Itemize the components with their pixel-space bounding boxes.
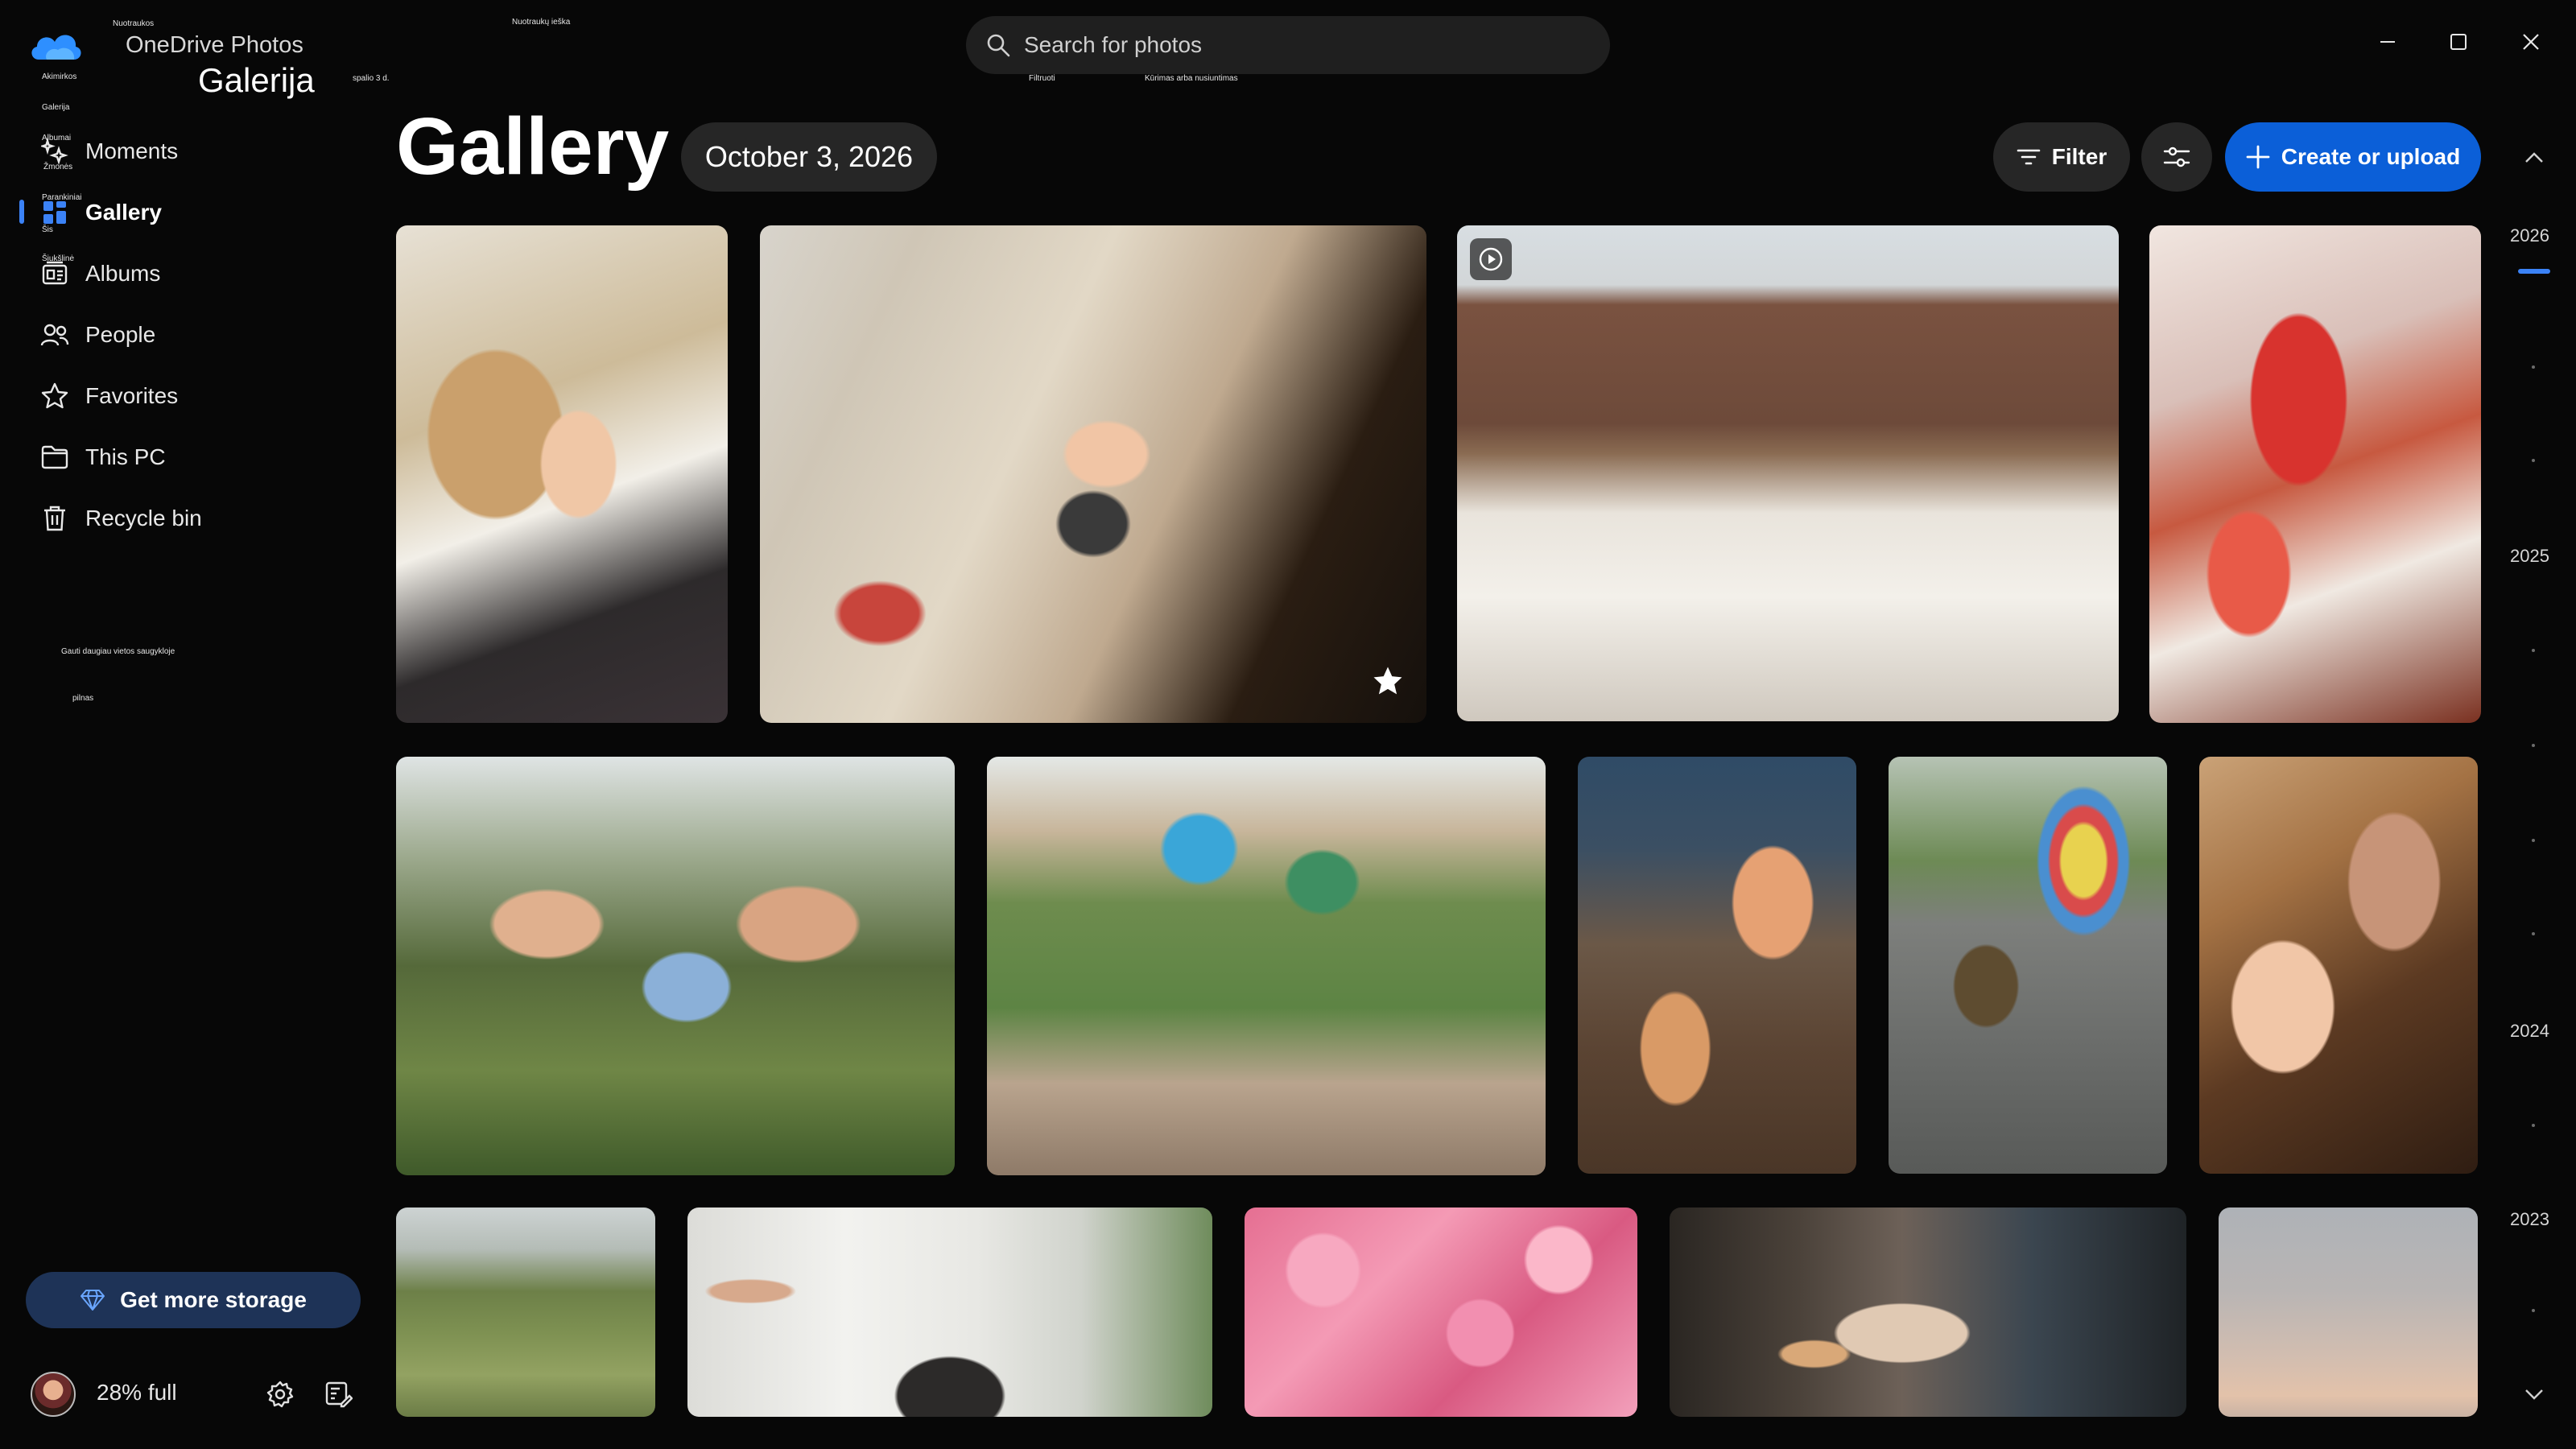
- photo-kids-shark-masks[interactable]: [987, 757, 1546, 1175]
- chevron-up-icon[interactable]: [2520, 143, 2549, 172]
- tiny-label-galerija: Galerija: [42, 103, 70, 112]
- timeline-dot: [2532, 932, 2535, 935]
- sidebar-item-label: This PC: [85, 444, 166, 469]
- timeline-dot: [2532, 1309, 2535, 1312]
- tiny-label-storage: Gauti daugiau vietos saugykloje: [61, 647, 175, 656]
- photo-girls-field-flowers[interactable]: [396, 757, 955, 1175]
- photo-dog-plants-room[interactable]: [687, 1208, 1212, 1417]
- search-icon: [984, 31, 1013, 60]
- sidebar-item-label: Gallery: [85, 200, 162, 225]
- moments-icon: [39, 135, 71, 167]
- photo-child-cardboard-tv[interactable]: [760, 225, 1426, 723]
- sidebar-item-recycle-bin[interactable]: Recycle bin: [24, 491, 338, 546]
- photo-pouring-red-drink[interactable]: [2149, 225, 2481, 723]
- sidebar-item-label: People: [85, 322, 156, 347]
- create-label: Create or upload: [2281, 144, 2461, 169]
- page-subtitle: Galerija: [198, 61, 315, 99]
- sidebar-item-gallery[interactable]: Gallery: [24, 185, 338, 240]
- timeline-year[interactable]: 2025: [2510, 546, 2549, 567]
- timeline-dot: [2532, 459, 2535, 462]
- page-title: Gallery: [396, 101, 670, 192]
- avatar[interactable]: [31, 1372, 76, 1417]
- timeline-year[interactable]: 2024: [2510, 1021, 2549, 1042]
- star-icon: [39, 380, 71, 412]
- date-chip[interactable]: October 3, 2026: [681, 122, 937, 192]
- plus-icon: [2246, 145, 2270, 169]
- photo-sunset-sky[interactable]: [2219, 1208, 2478, 1417]
- timeline-year[interactable]: 2023: [2510, 1209, 2549, 1230]
- sliders-icon: [2163, 147, 2190, 167]
- sidebar-item-label: Albums: [85, 261, 161, 286]
- sidebar-item-label: Moments: [85, 138, 179, 163]
- photo-person-eating-cafe[interactable]: [1670, 1208, 2186, 1417]
- photo-rain-boots-shovel[interactable]: [1578, 757, 1856, 1174]
- storage-button-label: Get more storage: [120, 1287, 307, 1312]
- albums-icon: [39, 258, 71, 290]
- filter-icon: [2017, 149, 2041, 165]
- search-placeholder: Search for photos: [1024, 32, 1203, 57]
- timeline-dot: [2532, 1124, 2535, 1127]
- sidebar-item-this-pc[interactable]: This PC: [24, 430, 338, 485]
- sidebar-item-people[interactable]: People: [24, 308, 338, 362]
- view-options-button[interactable]: [2141, 122, 2212, 192]
- minimize-icon[interactable]: [2372, 26, 2404, 58]
- sidebar-item-moments[interactable]: Moments: [24, 124, 338, 179]
- timeline-year[interactable]: 2026: [2510, 225, 2549, 246]
- tiny-label-kurimas: Kūrimas arba nusiuntimas: [1145, 74, 1238, 83]
- sidebar-item-label: Recycle bin: [85, 506, 202, 530]
- photo-dog-green-hills[interactable]: [396, 1208, 655, 1417]
- timeline-dot: [2532, 649, 2535, 652]
- create-or-upload-button[interactable]: Create or upload: [2225, 122, 2481, 192]
- video-play-icon: [1470, 238, 1512, 280]
- favorite-star-icon: [1367, 660, 1409, 702]
- search-input[interactable]: Search for photos: [966, 16, 1610, 74]
- trash-icon: [39, 502, 71, 535]
- filter-label: Filter: [2051, 144, 2107, 169]
- timeline-dot: [2532, 744, 2535, 747]
- photo-mother-child-laughing[interactable]: [2199, 757, 2478, 1174]
- timeline-dot: [2532, 839, 2535, 842]
- people-icon: [39, 319, 71, 351]
- diamond-icon: [80, 1290, 105, 1311]
- gallery-icon: [39, 196, 71, 229]
- chevron-down-icon[interactable]: [2520, 1380, 2549, 1409]
- feedback-icon[interactable]: [320, 1377, 356, 1412]
- sidebar-item-label: Favorites: [85, 383, 179, 408]
- photo-girl-laughing-couch[interactable]: [396, 225, 728, 723]
- tiny-label-nuotraukos: Nuotraukos: [113, 19, 155, 28]
- photo-kids-rainbow-umbrella[interactable]: [1889, 757, 2167, 1174]
- sidebar-item-favorites[interactable]: Favorites: [24, 369, 338, 423]
- photo-pink-flowers[interactable]: [1245, 1208, 1637, 1417]
- tiny-label-date: spalio 3 d.: [353, 74, 390, 83]
- timeline-position-indicator: [2518, 269, 2550, 274]
- storage-status: 28% full: [97, 1380, 177, 1405]
- tiny-label-search: Nuotraukų ieška: [512, 18, 571, 27]
- photo-family-garden-tea-party[interactable]: [1457, 225, 2119, 721]
- tiny-label-full: pilnas: [72, 694, 94, 703]
- timeline-dot: [2532, 365, 2535, 369]
- sidebar-item-albums[interactable]: Albums: [24, 246, 338, 301]
- gear-icon[interactable]: [262, 1377, 298, 1412]
- close-icon[interactable]: [2515, 26, 2547, 58]
- get-more-storage-button[interactable]: Get more storage: [26, 1272, 361, 1328]
- app-title: OneDrive Photos: [126, 32, 303, 58]
- maximize-icon[interactable]: [2442, 26, 2475, 58]
- tiny-label-filtruoti: Filtruoti: [1029, 74, 1055, 83]
- filter-button[interactable]: Filter: [1993, 122, 2130, 192]
- onedrive-cloud-icon: [31, 35, 81, 60]
- folder-icon: [39, 441, 71, 473]
- tiny-label-akimirkos: Akimirkos: [42, 72, 77, 81]
